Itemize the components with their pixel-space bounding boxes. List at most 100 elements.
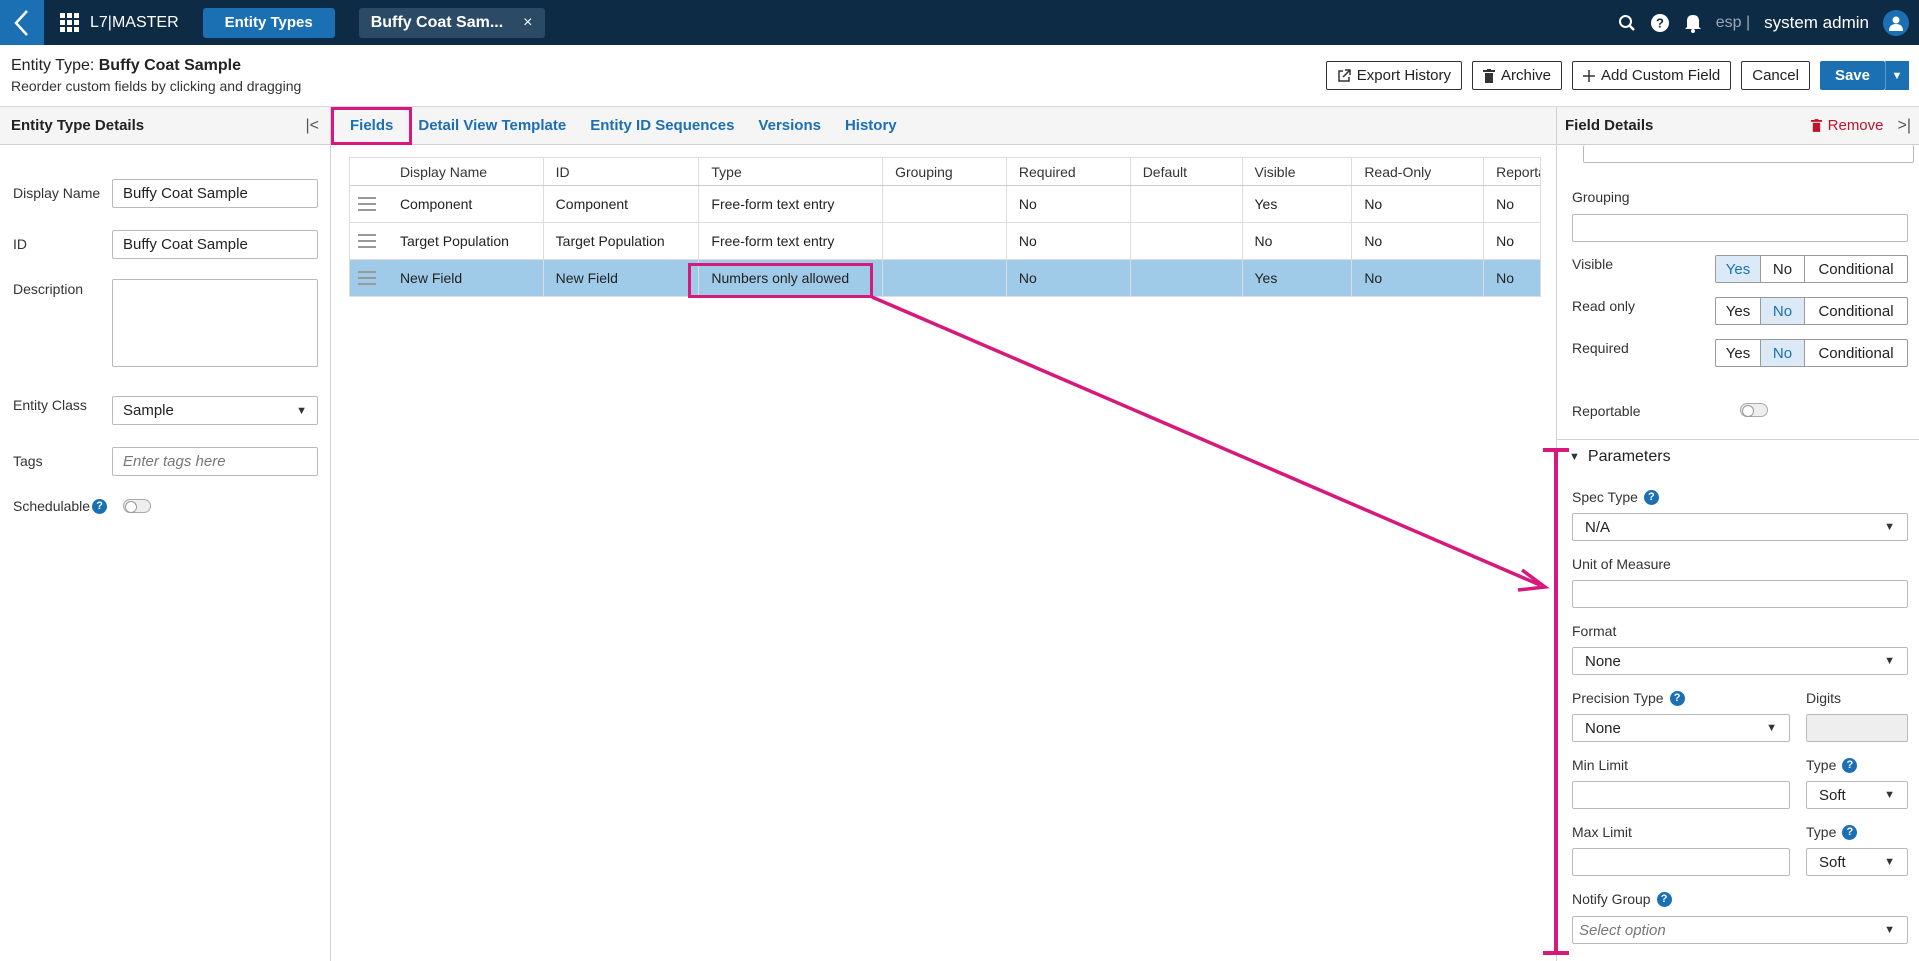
reportable-toggle[interactable]: [1740, 403, 1768, 417]
notify-group-placeholder: Select option: [1579, 921, 1666, 939]
column-header[interactable]: ID: [544, 158, 700, 185]
min-limit-input[interactable]: [1572, 781, 1790, 809]
table-row[interactable]: Component Component Free-form text entry…: [349, 186, 1541, 223]
table-row-selected[interactable]: New Field New Field Numbers only allowed…: [349, 260, 1541, 297]
parameters-section-header[interactable]: ▼ Parameters: [1569, 448, 1671, 466]
max-limit-input[interactable]: [1572, 848, 1790, 876]
max-limit-label: Max Limit: [1572, 824, 1632, 840]
bell-icon[interactable]: [1684, 13, 1702, 33]
table-cell: New Field: [388, 260, 544, 296]
tags-input[interactable]: Enter tags here: [112, 447, 318, 476]
table-cell: [1131, 260, 1243, 296]
drag-handle[interactable]: [350, 260, 388, 296]
column-header[interactable]: Required: [1007, 158, 1131, 185]
column-header[interactable]: Default: [1131, 158, 1243, 185]
drag-handle[interactable]: [350, 223, 388, 259]
tab-buffy-coat-sample[interactable]: Buffy Coat Sam... ×: [358, 7, 545, 38]
partial-input-field[interactable]: [1583, 145, 1914, 163]
remove-label: Remove: [1827, 117, 1884, 134]
tab-entity-id-sequences[interactable]: Entity ID Sequences: [578, 107, 746, 145]
tab-entity-types[interactable]: Entity Types: [202, 7, 335, 38]
column-header[interactable]: Visible: [1243, 158, 1353, 185]
entity-class-select[interactable]: Sample ▼: [112, 396, 318, 425]
language-switch[interactable]: esp |: [1716, 14, 1750, 32]
table-cell: No: [1352, 186, 1485, 222]
save-options-chevron-down-icon[interactable]: ▼: [1885, 61, 1909, 90]
chevron-left-icon: [14, 9, 28, 36]
avatar[interactable]: [1883, 9, 1909, 36]
help-circle-icon[interactable]: ?: [1842, 824, 1858, 840]
id-field[interactable]: Buffy Coat Sample: [112, 230, 318, 259]
read-only-label: Read only: [1572, 298, 1636, 314]
read-only-conditional-option[interactable]: Conditional: [1805, 298, 1907, 324]
schedulable-toggle[interactable]: [123, 499, 152, 513]
precision-type-select[interactable]: None ▼: [1572, 714, 1790, 742]
min-type-label: Type: [1806, 757, 1837, 773]
back-button[interactable]: [0, 0, 44, 45]
table-cell: No: [1496, 233, 1514, 249]
display-name-field[interactable]: Buffy Coat Sample: [112, 179, 318, 208]
help-circle-icon[interactable]: ?: [1656, 891, 1672, 907]
table-cell: No: [1496, 270, 1514, 286]
tags-placeholder: Enter tags here: [123, 453, 226, 470]
max-type-label: Type: [1806, 824, 1837, 840]
required-conditional-option[interactable]: Conditional: [1805, 340, 1907, 366]
table-cell: No: [1243, 223, 1353, 259]
table-row[interactable]: Target Population Target Population Free…: [349, 223, 1541, 260]
tab-doc-label: Buffy Coat Sam...: [370, 13, 504, 31]
column-header[interactable]: Read-Only: [1352, 158, 1485, 185]
spec-type-select[interactable]: N/A ▼: [1572, 513, 1908, 541]
max-type-select[interactable]: Soft ▼: [1806, 848, 1908, 876]
digits-input[interactable]: [1806, 714, 1908, 742]
tab-versions[interactable]: Versions: [746, 107, 833, 145]
help-circle-icon[interactable]: ?: [1842, 757, 1858, 773]
table-cell: New Field: [544, 260, 700, 296]
visible-conditional-option[interactable]: Conditional: [1805, 256, 1907, 282]
drag-handle[interactable]: [350, 186, 388, 222]
unit-of-measure-input[interactable]: [1572, 580, 1908, 608]
tab-detail-view-template[interactable]: Detail View Template: [412, 107, 578, 145]
app-brand[interactable]: L7|MASTER: [60, 12, 179, 33]
help-circle-icon[interactable]: ?: [1669, 690, 1685, 706]
help-circle-icon[interactable]: ?: [92, 498, 108, 514]
read-only-no-option[interactable]: No: [1761, 298, 1805, 324]
table-cell: No: [1007, 223, 1131, 259]
column-header[interactable]: Grouping: [883, 158, 1007, 185]
description-label: Description: [13, 281, 84, 297]
tab-fields[interactable]: Fields: [331, 106, 413, 145]
search-icon[interactable]: [1618, 14, 1636, 32]
spec-type-label-row: Spec Type ?: [1572, 489, 1659, 505]
add-custom-field-button[interactable]: Add Custom Field: [1572, 61, 1732, 90]
help-icon[interactable]: ?: [1650, 13, 1670, 33]
visible-yes-option[interactable]: Yes: [1716, 256, 1761, 282]
visible-no-option[interactable]: No: [1761, 256, 1805, 282]
cancel-button[interactable]: Cancel: [1741, 61, 1810, 90]
chevron-down-icon: ▼: [1884, 521, 1895, 533]
table-cell: No: [1352, 260, 1485, 296]
column-header[interactable]: Reportat: [1484, 158, 1540, 185]
remove-button[interactable]: Remove: [1810, 117, 1884, 134]
max-type-value: Soft: [1819, 853, 1846, 871]
brand-label: L7|MASTER: [90, 13, 179, 31]
column-header[interactable]: Type: [699, 158, 884, 185]
format-select[interactable]: None ▼: [1572, 647, 1908, 675]
read-only-yes-option[interactable]: Yes: [1716, 298, 1761, 324]
column-header[interactable]: Display Name: [388, 158, 544, 185]
collapse-left-icon[interactable]: |<: [306, 117, 320, 135]
user-name[interactable]: system admin: [1764, 13, 1869, 33]
entity-class-value: Sample: [123, 402, 174, 419]
min-type-select[interactable]: Soft ▼: [1806, 781, 1908, 809]
required-yes-option[interactable]: Yes: [1716, 340, 1761, 366]
archive-button[interactable]: Archive: [1472, 61, 1563, 90]
required-no-option[interactable]: No: [1761, 340, 1805, 366]
notify-group-select[interactable]: Select option ▼: [1572, 916, 1908, 944]
save-button[interactable]: Save: [1819, 61, 1885, 90]
top-right-tools: ? esp | system admin: [1618, 0, 1909, 45]
tab-history[interactable]: History: [833, 107, 909, 145]
close-tab-icon[interactable]: ×: [523, 14, 532, 32]
grouping-input[interactable]: [1572, 214, 1908, 242]
collapse-right-icon[interactable]: >|: [1898, 117, 1912, 135]
export-history-button[interactable]: Export History: [1325, 61, 1462, 90]
help-circle-icon[interactable]: ?: [1643, 489, 1659, 505]
description-textarea[interactable]: [112, 279, 318, 367]
